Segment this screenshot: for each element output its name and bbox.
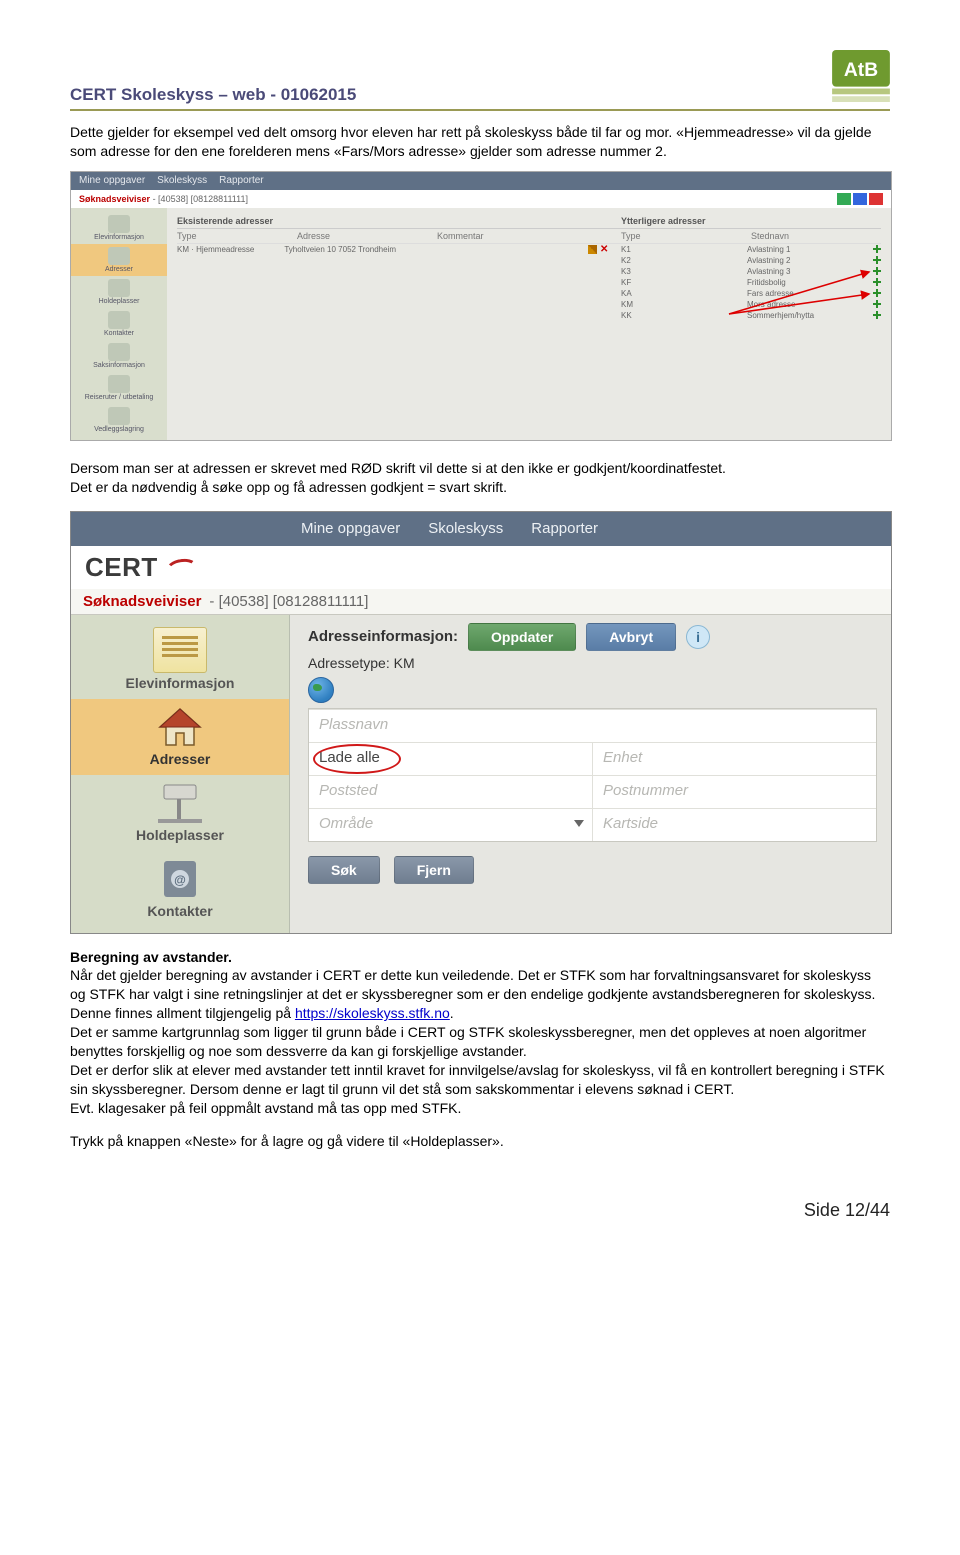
- edit-icon[interactable]: [588, 245, 597, 254]
- screenshot-1-nav: Mine oppgaver Skoleskyss Rapporter: [71, 172, 891, 190]
- sidebar-item-elevinfo[interactable]: Elevinformasjon: [71, 621, 289, 699]
- body-paragraph: Det er samme kartgrunnlag som ligger til…: [70, 1023, 890, 1061]
- delete-icon[interactable]: ✕: [600, 245, 609, 254]
- body-paragraph: Når det gjelder beregning av avstander i…: [70, 966, 890, 1004]
- nav-item[interactable]: Skoleskyss: [157, 175, 207, 186]
- field-lade[interactable]: Lade alle: [309, 742, 593, 775]
- addressbook-icon: @: [154, 857, 206, 901]
- sidebar-item[interactable]: Saksinformasjon: [71, 340, 167, 372]
- left-table-title: Eksisterende adresser: [177, 216, 273, 226]
- add-icon[interactable]: [873, 245, 881, 253]
- sidebar-item-kontakter[interactable]: @ Kontakter: [71, 851, 289, 927]
- right-table-title: Ytterligere adresser: [621, 216, 706, 226]
- house-icon: [108, 247, 130, 265]
- add-icon[interactable]: [873, 289, 881, 297]
- sign-icon: [108, 279, 130, 297]
- note-icon: [153, 627, 207, 673]
- field-poststed[interactable]: Poststed: [309, 775, 593, 808]
- add-icon[interactable]: [873, 256, 881, 264]
- logo-atb: AtB: [832, 50, 890, 105]
- search-button[interactable]: Søk: [308, 856, 380, 884]
- wizard-id: - [40538] [08128811111]: [209, 593, 368, 610]
- field-omrade[interactable]: Område: [309, 808, 593, 841]
- info-icon[interactable]: i: [686, 625, 710, 649]
- nav-item[interactable]: Mine oppgaver: [301, 520, 400, 537]
- field-enhet[interactable]: Enhet: [593, 742, 876, 775]
- table-cell: KM · Hjemmeadresse: [177, 245, 254, 254]
- globe-icon[interactable]: [308, 677, 334, 703]
- sidebar-item-holdeplasser[interactable]: Holdeplasser: [71, 775, 289, 851]
- table-cell: Tyholtveien 10 7052 Trondheim: [284, 245, 396, 254]
- field-plassnavn[interactable]: Plassnavn: [309, 709, 876, 742]
- sidebar-item[interactable]: Reiseruter / utbetaling: [71, 372, 167, 404]
- svg-text:@: @: [174, 873, 186, 887]
- screenshot-2-nav: Mine oppgaver Skoleskyss Rapporter: [71, 512, 891, 546]
- clear-button[interactable]: Fjern: [394, 856, 474, 884]
- sidebar-item[interactable]: Elevinformasjon: [71, 212, 167, 244]
- link-skoleskyss[interactable]: https://skoleskyss.stfk.no: [295, 1005, 450, 1021]
- nav-item[interactable]: Rapporter: [531, 520, 598, 537]
- nav-item[interactable]: Rapporter: [219, 175, 263, 186]
- window-controls[interactable]: [837, 193, 883, 205]
- panel-title: Adresseinformasjon:: [308, 628, 458, 645]
- wizard-label: Søknadsveiviser: [79, 194, 150, 204]
- table-row: K2Avlastning 2: [177, 255, 881, 266]
- house-icon: [154, 705, 206, 749]
- route-icon: [108, 375, 130, 393]
- page-footer: Side 12/44: [70, 1200, 890, 1221]
- screenshot-2: Mine oppgaver Skoleskyss Rapporter CERT …: [70, 511, 892, 934]
- add-icon[interactable]: [873, 267, 881, 275]
- body-paragraph: Det er derfor slik at elever med avstand…: [70, 1061, 890, 1099]
- table-row: KKSommerhjem/hytta: [177, 310, 881, 321]
- folder-icon: [108, 343, 130, 361]
- row-actions[interactable]: ✕: [588, 245, 609, 254]
- wizard-id: - [40538] [08128811111]: [153, 194, 248, 204]
- add-icon[interactable]: [873, 311, 881, 319]
- add-icon[interactable]: [873, 278, 881, 286]
- field-kartside[interactable]: Kartside: [593, 808, 876, 841]
- paragraph-2: Dersom man ser at adressen er skrevet me…: [70, 459, 890, 497]
- busstop-icon: [154, 781, 206, 825]
- sidebar-item-adresser[interactable]: Adresser: [71, 699, 289, 775]
- section-heading: Beregning av avstander.: [70, 948, 890, 967]
- wizard-label: Søknadsveiviser: [83, 593, 201, 610]
- attach-icon: [108, 407, 130, 425]
- table-row: KAFars adresse: [177, 288, 881, 299]
- table-row: KMMors adresse: [177, 299, 881, 310]
- note-icon: [108, 215, 130, 233]
- cert-logo-text: CERT: [85, 552, 158, 583]
- add-icon[interactable]: [873, 300, 881, 308]
- field-postnummer[interactable]: Postnummer: [593, 775, 876, 808]
- sidebar-item[interactable]: Holdeplasser: [71, 276, 167, 308]
- screenshot-1: Mine oppgaver Skoleskyss Rapporter Søkna…: [70, 171, 892, 441]
- body-paragraph: Denne finnes allment tilgjengelig på htt…: [70, 1004, 890, 1023]
- svg-text:AtB: AtB: [844, 60, 878, 81]
- address-type-label: Adressetype: KM: [308, 655, 877, 671]
- update-button[interactable]: Oppdater: [468, 623, 576, 651]
- cancel-button[interactable]: Avbryt: [586, 623, 676, 651]
- sidebar-item[interactable]: Adresser: [71, 244, 167, 276]
- sidebar-item[interactable]: Kontakter: [71, 308, 167, 340]
- book-icon: [108, 311, 130, 329]
- paragraph-1: Dette gjelder for eksempel ved delt omso…: [70, 123, 890, 161]
- table-row: KFFritidsbolig: [177, 277, 881, 288]
- nav-item[interactable]: Mine oppgaver: [79, 175, 145, 186]
- body-paragraph: Evt. klagesaker på feil oppmålt avstand …: [70, 1099, 890, 1118]
- sidebar-item[interactable]: Vedleggslagring: [71, 404, 167, 436]
- nav-item[interactable]: Skoleskyss: [428, 520, 503, 537]
- table-row: K3Avlastning 3: [177, 266, 881, 277]
- doc-title: CERT Skoleskyss – web - 01062015: [70, 85, 356, 105]
- body-paragraph: Trykk på knappen «Neste» for å lagre og …: [70, 1132, 890, 1151]
- cert-logo-swish-icon: [166, 555, 196, 579]
